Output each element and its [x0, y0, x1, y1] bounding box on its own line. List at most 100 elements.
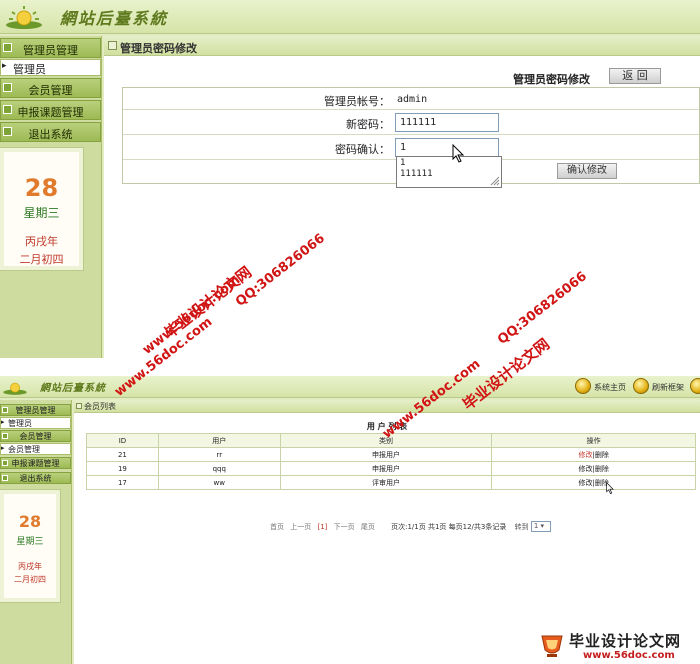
calendar-year: 丙戌年 — [18, 562, 42, 571]
edit-link[interactable]: 修改 — [578, 465, 592, 473]
sidebar-item-label: 申报课题管理 — [11, 459, 60, 468]
arrow-right-icon: ▸ — [1, 418, 5, 426]
user-list-screen: 網站后臺系統 系统主页 刷新框架 管理员管理 ▸ 管理员 会员管理 ▸ 会员管理 — [0, 376, 700, 664]
refresh-icon — [633, 378, 649, 394]
delete-link[interactable]: 删除 — [595, 465, 609, 473]
calendar-lunar-date: 二月初四 — [19, 253, 64, 266]
refresh-label: 刷新框架 — [652, 383, 684, 392]
footer-logo: 毕业设计论文网 www.56doc.com — [535, 628, 700, 664]
top-banner: 網站后臺系統 系统主页 刷新框架 — [0, 376, 700, 398]
pager-next-link[interactable]: 下一页 — [334, 523, 355, 531]
sidebar-item-label: 退出系统 — [28, 128, 73, 141]
form-row-new-password: 新密码： 111111 — [123, 110, 699, 135]
cell-user: rr — [157, 447, 281, 462]
calendar-widget: 28 星期三 丙戌年 二月初四 — [0, 147, 84, 271]
cell-id: 17 — [86, 475, 159, 490]
user-table: ID 用户 类别 操作 21 rr 申报用户 修改|删除 19 qqq 申报用户… — [86, 433, 696, 490]
calendar-lunar-date: 二月初四 — [14, 575, 46, 584]
page-select[interactable]: 1 ▾ — [530, 521, 551, 532]
pager-current: [1] — [317, 522, 328, 531]
sidebar: 管理员管理 ▸ 管理员 会员管理 ▸ 会员管理 申报课题管理 退出系统 28 星… — [0, 400, 72, 664]
sidebar-item-member[interactable]: ▸ 会员管理 — [0, 443, 71, 455]
sun-logo-icon — [6, 6, 42, 29]
autocomplete-option[interactable]: 111111 — [400, 169, 498, 180]
sidebar-item-admin[interactable]: ▸ 管理员 — [0, 59, 101, 76]
back-button[interactable]: 返 回 — [609, 68, 661, 84]
sidebar-item-admin-manage[interactable]: 管理员管理 — [0, 38, 101, 58]
home-label: 系统主页 — [594, 383, 626, 392]
sidebar: 管理员管理 ▸ 管理员 会员管理 申报课题管理 退出系统 28 星期三 丙戌年 … — [0, 36, 102, 358]
sidebar-item-label: 会员管理 — [28, 84, 73, 97]
column-header-id: ID — [86, 433, 159, 448]
autocomplete-dropdown[interactable]: 1 111111 — [396, 156, 502, 188]
calendar-day: 28 — [24, 174, 59, 202]
cell-actions: 修改|删除 — [491, 447, 696, 462]
edit-link[interactable]: 修改 — [578, 479, 592, 487]
pagination: 首页 上一页 [1] 下一页 尾页 页次:1/1页 共1页 每页12/共3条记录… — [270, 521, 551, 532]
calendar-day: 28 — [18, 512, 42, 531]
new-password-input[interactable]: 111111 — [395, 113, 499, 132]
sidebar-item-label: 会员管理 — [19, 432, 52, 441]
pager-info: 页次:1/1页 共1页 每页12/共3条记录 — [391, 522, 507, 531]
edit-link[interactable]: 修改 — [578, 451, 592, 459]
sidebar-item-label: 申报课题管理 — [17, 106, 84, 119]
cell-type: 评审用户 — [279, 475, 493, 490]
account-value: admin — [397, 94, 428, 105]
sidebar-item-admin[interactable]: ▸ 管理员 — [0, 417, 71, 429]
sidebar-item-admin-manage[interactable]: 管理员管理 — [0, 404, 71, 416]
column-header-action: 操作 — [491, 433, 696, 448]
breadcrumb-label: 管理员密码修改 — [120, 42, 197, 55]
app-title: 網站后臺系統 — [60, 9, 169, 28]
cell-actions: 修改|删除 — [491, 461, 696, 476]
footer-logo-url: www.56doc.com — [583, 650, 675, 661]
cell-type: 申报用户 — [279, 447, 493, 462]
page-select-value: 1 — [533, 522, 539, 530]
confirm-password-input[interactable]: 1 — [395, 138, 499, 157]
sidebar-item-topic-manage[interactable]: 申报课题管理 — [0, 457, 71, 469]
sidebar-item-logout[interactable]: 退出系统 — [0, 122, 101, 142]
confirm-password-label: 密码确认： — [335, 143, 390, 156]
account-label: 管理员帐号： — [324, 95, 390, 108]
calendar-widget: 28 星期三 丙戌年 二月初四 — [0, 489, 61, 603]
new-password-label: 新密码： — [346, 118, 390, 131]
arrow-right-icon: ▸ — [1, 444, 5, 452]
cell-id: 19 — [86, 461, 159, 476]
cell-id: 21 — [86, 447, 159, 462]
top-banner: 網站后臺系統 — [0, 0, 700, 34]
table-row: 21 rr 申报用户 修改|删除 — [86, 447, 696, 462]
sidebar-item-label: 会员管理 — [8, 445, 40, 454]
app-title: 網站后臺系統 — [40, 383, 106, 394]
password-change-screen: 網站后臺系統 管理员管理 ▸ 管理员 会员管理 申报课题管理 退出系统 28 星… — [0, 0, 700, 358]
page-title: 管理员密码修改 — [513, 73, 590, 86]
delete-link[interactable]: 删除 — [595, 451, 609, 459]
confirm-change-button[interactable]: 确认修改 — [557, 163, 617, 179]
toolbar-extra-icon — [690, 378, 700, 394]
resize-grip-icon[interactable] — [490, 176, 500, 186]
autocomplete-option[interactable]: 1 — [400, 158, 498, 169]
sidebar-item-member-manage[interactable]: 会员管理 — [0, 78, 101, 98]
column-header-user: 用户 — [157, 433, 281, 448]
sidebar-item-label: 管理员 — [8, 419, 32, 428]
table-row: 19 qqq 申报用户 修改|删除 — [86, 461, 696, 476]
calendar-weekday: 星期三 — [23, 206, 60, 220]
sidebar-item-label: 管理员管理 — [15, 406, 56, 415]
form-row-account: 管理员帐号： admin — [123, 88, 699, 110]
sidebar-item-topic-manage[interactable]: 申报课题管理 — [0, 100, 101, 120]
breadcrumb-label: 会员列表 — [84, 402, 116, 411]
calendar-year: 丙戌年 — [25, 235, 58, 248]
sidebar-item-label: 退出系统 — [19, 474, 52, 483]
pager-last-link[interactable]: 尾页 — [361, 523, 375, 531]
sidebar-item-member-manage[interactable]: 会员管理 — [0, 430, 71, 442]
calendar-weekday: 星期三 — [16, 537, 44, 547]
cell-user: ww — [157, 475, 281, 490]
sidebar-item-logout[interactable]: 退出系统 — [0, 472, 71, 484]
breadcrumb: 会员列表 — [74, 400, 700, 413]
pager-prev-link[interactable]: 上一页 — [290, 523, 311, 531]
mouse-cursor-icon — [452, 144, 465, 163]
breadcrumb: 管理员密码修改 — [104, 36, 700, 56]
arrow-right-icon: ▸ — [2, 61, 7, 71]
footer-logo-name: 毕业设计论文网 — [569, 632, 682, 650]
cup-logo-icon — [541, 635, 563, 657]
sidebar-item-label: 管理员管理 — [23, 44, 78, 57]
pager-first-link[interactable]: 首页 — [270, 523, 284, 531]
